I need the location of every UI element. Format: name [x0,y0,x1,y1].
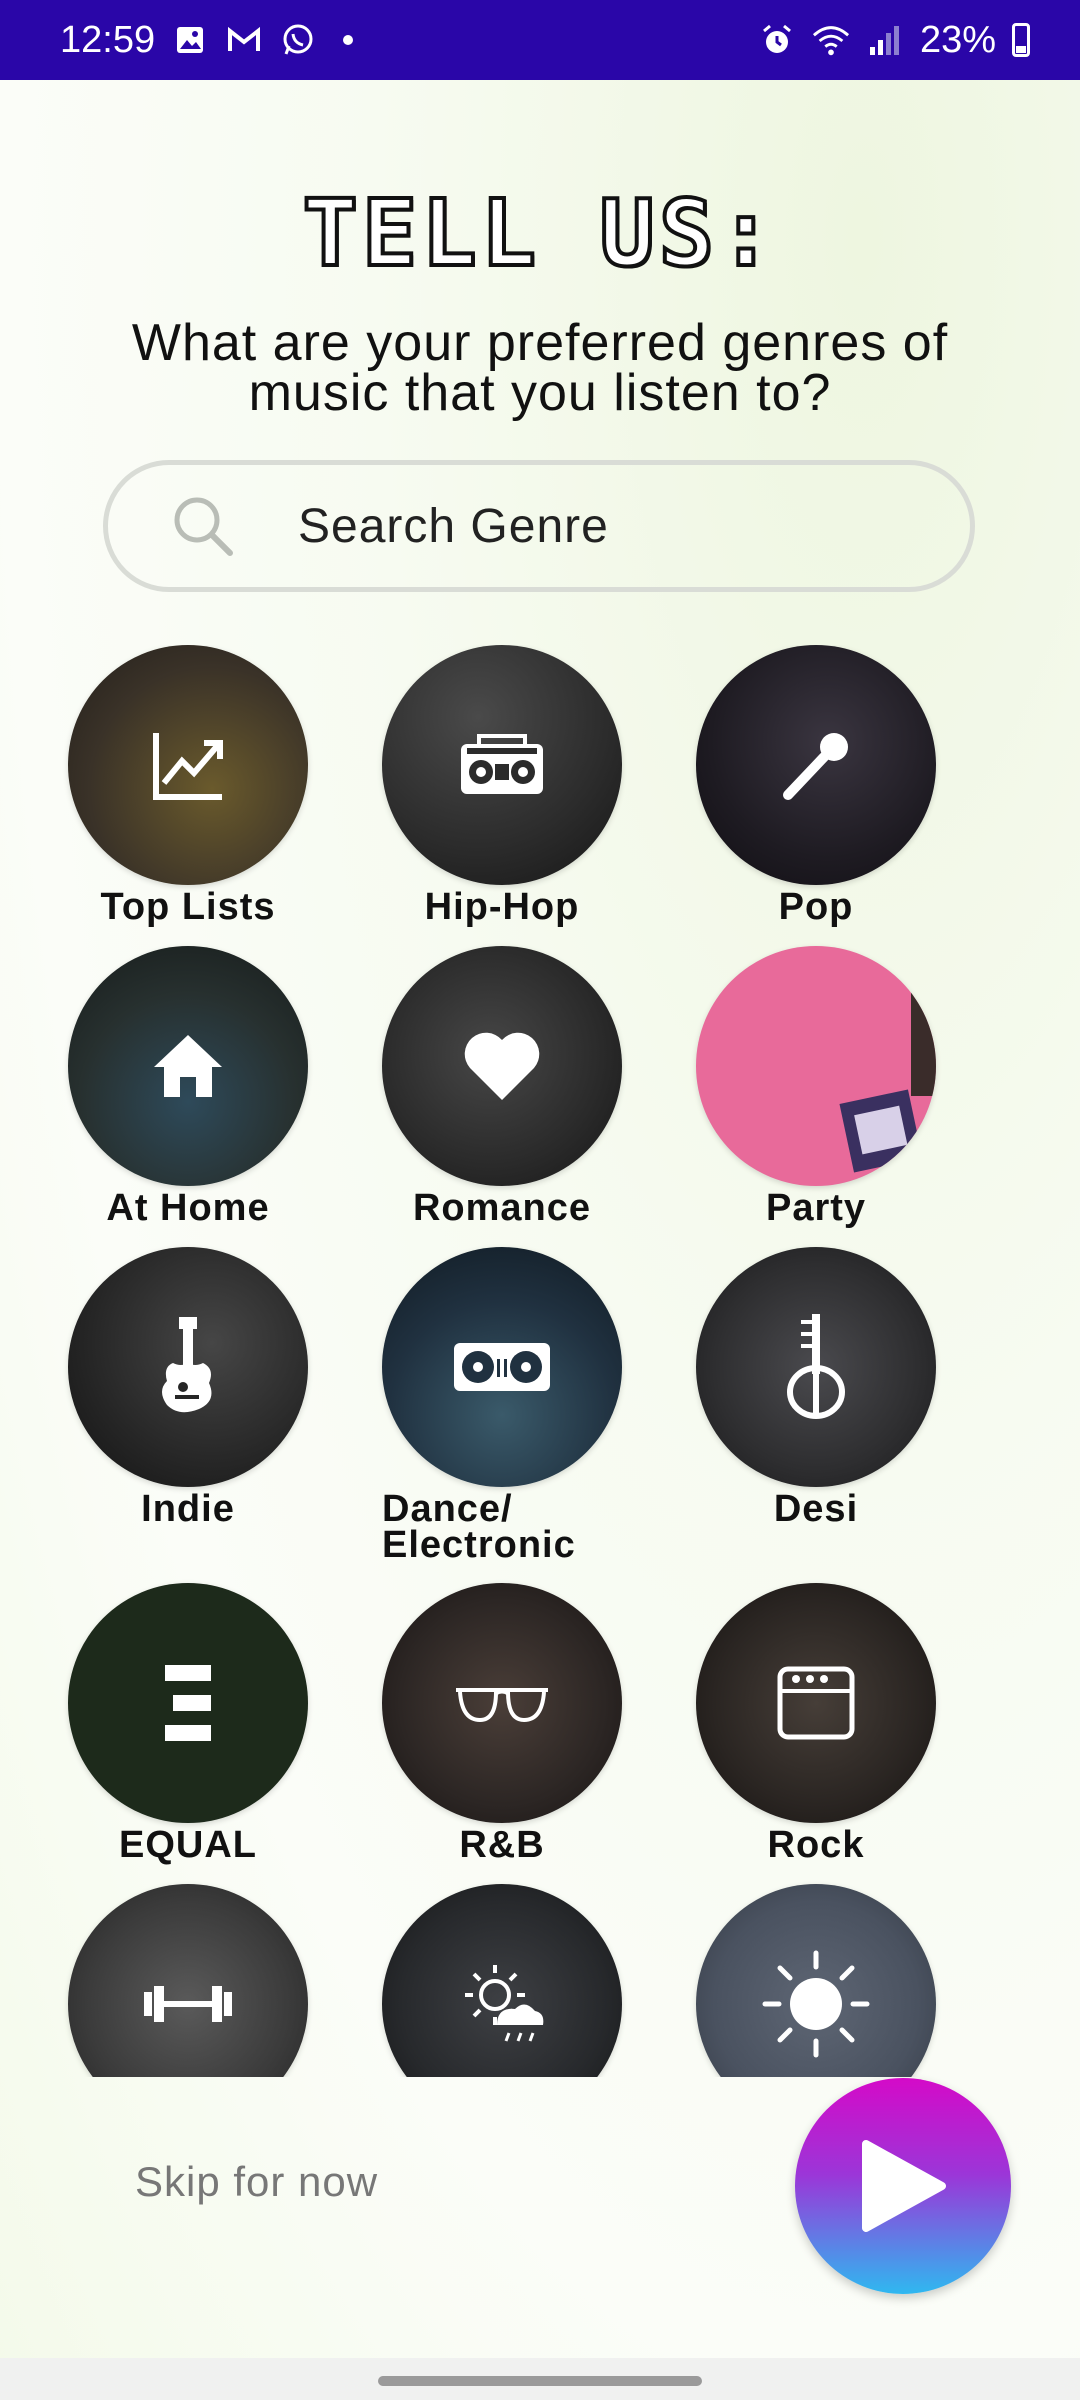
genre-label: Romance [412,1187,592,1229]
genre-label: EQUAL [119,1824,257,1866]
genre-circle[interactable] [382,1583,622,1823]
alarm-icon [758,21,796,59]
signal-icon [866,21,904,59]
genre-circle[interactable] [68,645,308,885]
search-input[interactable] [298,498,918,554]
genre-rnb[interactable]: R&B [382,1583,622,1866]
genre-circle[interactable] [382,946,622,1186]
search-icon [168,491,238,561]
wifi-icon [812,21,850,59]
page-subtitle: What are your preferred genres of music … [131,314,949,422]
gmail-icon [225,21,263,59]
genre-top-lists[interactable]: Top Lists [68,645,308,928]
genre-label: Rock [767,1824,865,1866]
sunglasses-icon [456,1688,548,1723]
continue-button[interactable] [795,2078,1011,2294]
genre-circle[interactable] [68,1884,308,2077]
genre-summer[interactable] [696,1884,936,2077]
genre-circle[interactable] [696,645,936,885]
genre-label: Top Lists [100,886,276,928]
sitar-icon [787,1314,845,1419]
genre-label: Desi [773,1488,859,1530]
home-gesture-handle[interactable] [378,2376,702,2386]
genre-dance-electronic[interactable]: Dance/ Electronic [382,1247,622,1566]
page-title: TELL US: [300,178,778,289]
genre-workout[interactable] [68,1884,308,2077]
genre-circle[interactable] [696,1884,936,2077]
turntable-icon [454,1343,550,1391]
weather-icon [465,1965,544,2042]
genre-circle[interactable] [696,1583,936,1823]
genre-desi[interactable]: Desi [696,1247,936,1530]
battery-icon [1012,23,1030,57]
genre-label: Hip-Hop [424,886,580,928]
play-icon [862,2140,946,2232]
battery-percent: 23% [919,18,996,61]
heart-icon [464,1032,540,1100]
trending-chart-icon [153,733,223,800]
genre-rock[interactable]: Rock [696,1583,936,1866]
status-time: 12:59 [60,18,156,61]
genre-romance[interactable]: Romance [382,946,622,1229]
genre-circle[interactable] [696,946,936,1186]
genre-grid: Top Lists Hip-Hop Pop At Home Romance Pa… [0,645,1080,2077]
genre-label: Party [765,1187,867,1229]
genre-circle[interactable] [382,1884,622,2077]
image-icon [171,21,209,59]
genre-circle[interactable] [382,645,622,885]
microphone-icon [783,733,848,800]
search-bar[interactable] [103,460,975,592]
genre-label: Dance/ Electronic [382,1488,576,1566]
dumbbell-icon [144,1986,232,2022]
genre-circle[interactable] [68,1247,308,1487]
system-nav-bar [0,2358,1080,2400]
status-right: 23% [758,19,1030,62]
genre-hip-hop[interactable]: Hip-Hop [382,645,622,928]
dot-icon [343,35,354,45]
genre-indie[interactable]: Indie [68,1247,308,1530]
genre-label: R&B [459,1824,545,1866]
equal-logo-icon [165,1665,211,1741]
party-image [839,986,936,1173]
genre-weather[interactable] [382,1884,622,2077]
amplifier-icon [777,1666,855,1740]
sun-icon [762,1950,870,2058]
status-left: 12:59 [60,18,354,62]
genre-circle[interactable] [68,1583,308,1823]
status-bar: 12:59 23% [0,0,1080,80]
boombox-icon [461,734,543,794]
home-icon [154,1035,222,1097]
genre-label: Pop [778,886,854,928]
genre-circle[interactable] [68,946,308,1186]
electric-guitar-icon [162,1317,212,1413]
genre-pop[interactable]: Pop [696,645,936,928]
skip-link[interactable]: Skip for now [135,2158,378,2206]
whatsapp-icon [279,21,317,59]
genre-equal[interactable]: EQUAL [68,1583,308,1866]
genre-party[interactable]: Party [696,946,936,1229]
genre-label: Indie [141,1488,235,1530]
genre-circle[interactable] [696,1247,936,1487]
genre-circle[interactable] [382,1247,622,1487]
genre-label: At Home [106,1187,270,1229]
genre-at-home[interactable]: At Home [68,946,308,1229]
